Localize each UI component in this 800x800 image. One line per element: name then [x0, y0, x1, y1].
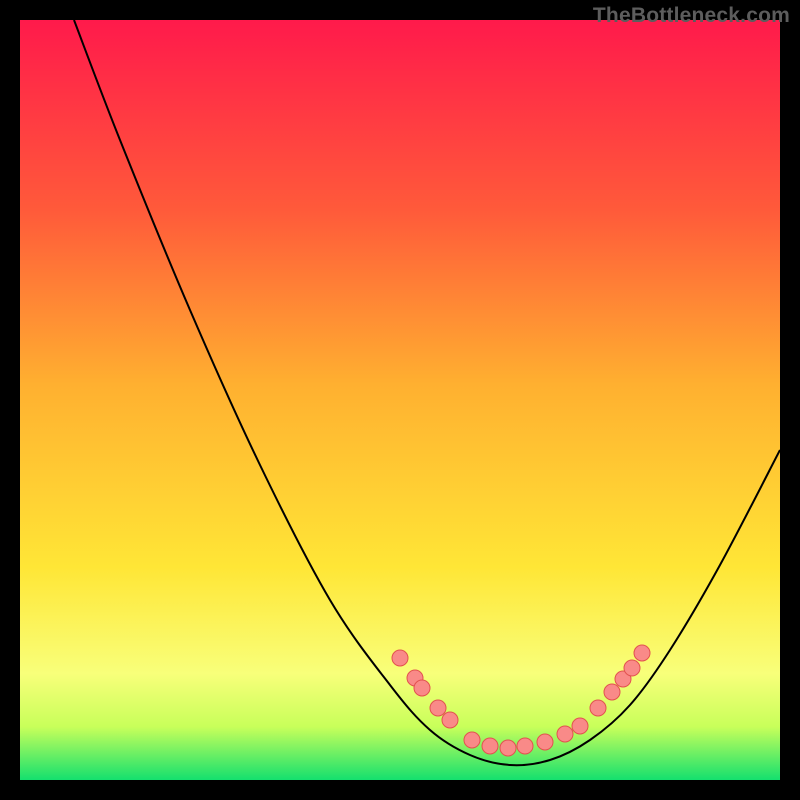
data-point [517, 738, 533, 754]
data-point [572, 718, 588, 734]
data-point [624, 660, 640, 676]
data-point [500, 740, 516, 756]
data-point [604, 684, 620, 700]
attribution-text: TheBottleneck.com [593, 4, 790, 28]
data-point [482, 738, 498, 754]
data-point [442, 712, 458, 728]
data-point [557, 726, 573, 742]
chart-frame [20, 20, 780, 780]
data-point [590, 700, 606, 716]
data-point [634, 645, 650, 661]
data-point [414, 680, 430, 696]
data-point [430, 700, 446, 716]
bottleneck-chart [20, 20, 780, 780]
data-point [537, 734, 553, 750]
data-point [464, 732, 480, 748]
data-point [392, 650, 408, 666]
